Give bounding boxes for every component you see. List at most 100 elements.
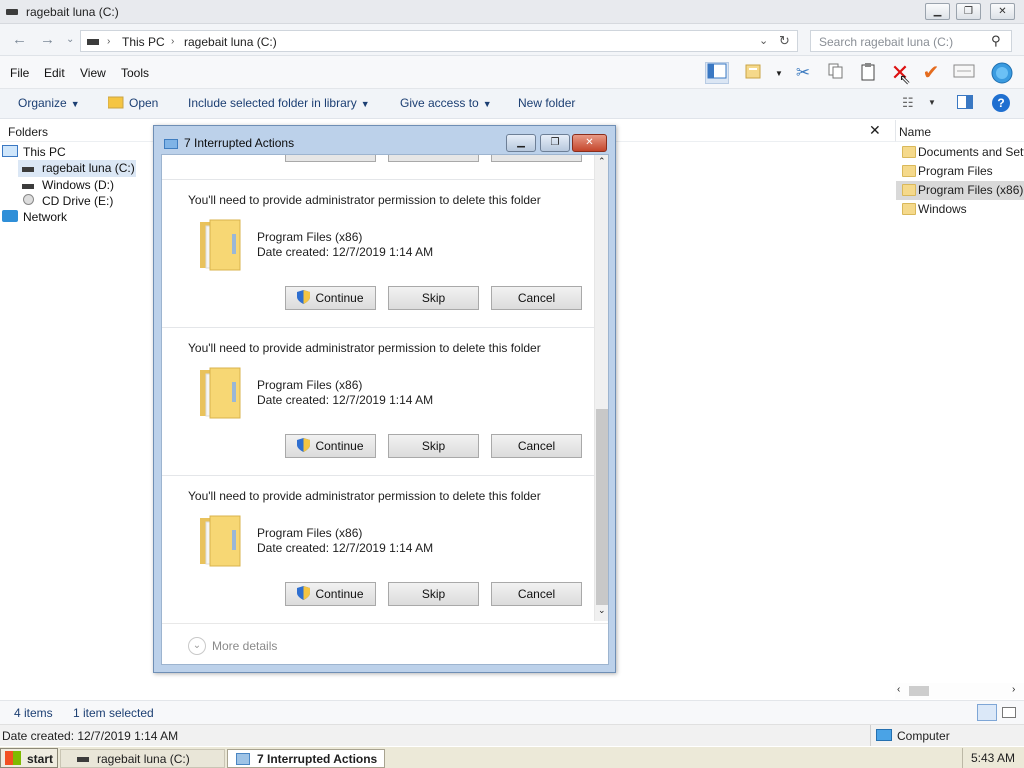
search-input[interactable]: Search ragebait luna (C:) ⚲ (810, 30, 1012, 52)
include-in-library-button[interactable]: Include selected folder in library ▼ (188, 96, 370, 110)
tree-item-drive-d[interactable]: Windows (D:) (18, 177, 148, 194)
maximize-button[interactable]: ❐ (956, 3, 981, 20)
cancel-button[interactable]: Cancel (491, 582, 582, 606)
globe-icon[interactable] (990, 62, 1014, 84)
tree-item-network[interactable]: Network (2, 209, 132, 226)
dialog-close-button[interactable]: ✕ (572, 134, 607, 152)
menu-edit[interactable]: Edit (44, 66, 65, 80)
details-view-icon[interactable] (977, 704, 997, 721)
tree-item-label: CD Drive (E:) (42, 194, 114, 208)
action-item: You'll need to provide administrator per… (162, 328, 594, 476)
breadcrumb-separator-icon: › (107, 36, 111, 47)
scroll-down-icon[interactable]: ⌄ (598, 605, 606, 616)
continue-button[interactable]: Continue (285, 286, 376, 310)
skip-button[interactable]: Skip (388, 434, 479, 458)
refresh-icon[interactable]: ↻ (779, 33, 790, 49)
new-folder-button[interactable]: New folder (518, 96, 575, 110)
permission-message: You'll need to provide administrator per… (188, 341, 541, 355)
taskbar-item-label: ragebait luna (C:) (97, 752, 190, 766)
paste-icon[interactable] (856, 62, 880, 84)
large-icons-view-icon[interactable] (1002, 707, 1016, 718)
tree-item-drive-e[interactable]: CD Drive (E:) (18, 193, 148, 210)
skip-button[interactable]: Skip (388, 286, 479, 310)
column-label: Name (899, 125, 932, 139)
menu-file[interactable]: File (10, 66, 29, 80)
file-item[interactable]: Program Files (896, 162, 1024, 181)
copy-icon[interactable] (824, 62, 848, 84)
properties-icon[interactable] (952, 62, 976, 84)
checkmark-icon[interactable]: ✔ (919, 62, 943, 84)
drive-icon (22, 167, 34, 172)
menu-view[interactable]: View (80, 66, 106, 80)
change-view-icon[interactable]: ☷ (902, 95, 914, 111)
chevron-down-icon: ▼ (360, 99, 370, 109)
scrollbar-thumb[interactable] (596, 409, 608, 605)
give-access-button[interactable]: Give access to ▼ (400, 96, 492, 110)
recent-locations-chevron-icon[interactable]: ⌄ (66, 34, 74, 45)
start-button[interactable]: start (0, 748, 58, 768)
taskbar: start ragebait luna (C:) 7 Interrupted A… (0, 746, 1024, 768)
cancel-button[interactable]: Cancel (491, 434, 582, 458)
details-bar: Date created: 12/7/2019 1:14 AM Computer (0, 724, 1024, 747)
scroll-right-icon[interactable]: › (1012, 684, 1015, 695)
dialog-maximize-button[interactable]: ❐ (540, 134, 570, 152)
search-icon[interactable]: ⚲ (991, 33, 1001, 49)
file-name: Documents and Settings (918, 145, 1024, 159)
cut-icon[interactable]: ✂ (791, 62, 815, 84)
file-name: Program Files (x86) (918, 183, 1024, 197)
scrollbar-thumb[interactable] (909, 686, 929, 696)
button-label: Continue (315, 439, 364, 453)
breadcrumb-this-pc[interactable]: This PC (122, 35, 165, 49)
mouse-cursor-icon: ⇖ (899, 71, 911, 87)
vertical-scrollbar[interactable]: ⌃ ⌄ (594, 155, 608, 621)
tree-item-this-pc[interactable]: This PC (2, 144, 152, 161)
breadcrumb-drive[interactable]: ragebait luna (C:) (184, 35, 277, 49)
skip-button[interactable]: Skip (388, 582, 479, 606)
button-label: Skip (421, 291, 446, 305)
scroll-left-icon[interactable]: ‹ (897, 684, 900, 695)
drive-icon (22, 184, 34, 189)
scroll-up-icon[interactable]: ⌃ (598, 156, 606, 167)
minimize-button[interactable]: ▁ (925, 3, 950, 20)
views-dropdown-icon[interactable]: ▼ (775, 69, 783, 78)
organize-button[interactable]: Organize ▼ (18, 96, 80, 110)
tree-item-drive-c[interactable]: ragebait luna (C:) (18, 160, 136, 177)
selection-count: 1 item selected (73, 706, 154, 720)
horizontal-scrollbar[interactable]: ‹ › (895, 683, 1024, 699)
folders-pane-toggle-icon[interactable] (705, 62, 729, 84)
address-bar[interactable]: › This PC › ragebait luna (C:) ⌄ ↻ (80, 30, 798, 52)
cancel-button[interactable] (491, 155, 582, 162)
expand-chevron-icon[interactable]: ⌄ (188, 637, 206, 655)
skip-button[interactable] (388, 155, 479, 162)
dialog-minimize-button[interactable]: ▁ (506, 134, 536, 152)
open-button[interactable]: Open (129, 96, 158, 110)
view-dropdown-icon[interactable]: ▼ (928, 98, 936, 107)
folder-icon (902, 184, 916, 196)
views-icon[interactable] (742, 62, 766, 84)
menu-bar: File Edit View Tools ▼ ✂ ✕ ⇖ ✔ (0, 56, 1024, 89)
menu-tools[interactable]: Tools (121, 66, 149, 80)
taskbar-item-explorer[interactable]: ragebait luna (C:) (60, 749, 225, 768)
clock[interactable]: 5:43 AM (971, 751, 1015, 765)
address-dropdown-icon[interactable]: ⌄ (759, 34, 768, 47)
more-details-link[interactable]: More details (212, 639, 277, 653)
help-icon[interactable]: ? (992, 94, 1010, 112)
continue-button[interactable] (285, 155, 376, 162)
folder-date: Date created: 12/7/2019 1:14 AM (257, 393, 434, 407)
file-item[interactable]: Windows (896, 200, 1024, 219)
close-button[interactable]: ✕ (990, 3, 1015, 20)
preview-pane-icon[interactable] (957, 95, 973, 109)
taskbar-item-dialog[interactable]: 7 Interrupted Actions (227, 749, 385, 768)
chevron-down-icon: ▼ (70, 99, 80, 109)
name-column-header[interactable]: Name (895, 120, 1024, 142)
file-item-selected[interactable]: Program Files (x86) (896, 181, 1024, 200)
forward-arrow-icon[interactable]: → (40, 31, 55, 48)
file-name: Program Files (918, 164, 993, 178)
file-item[interactable]: Documents and Settings (896, 143, 1024, 162)
continue-button[interactable]: Continue (285, 434, 376, 458)
back-arrow-icon[interactable]: ← (12, 31, 27, 48)
cancel-button[interactable]: Cancel (491, 286, 582, 310)
close-pane-icon[interactable]: ✕ (869, 122, 881, 139)
button-label: Cancel (517, 439, 556, 453)
continue-button[interactable]: Continue (285, 582, 376, 606)
